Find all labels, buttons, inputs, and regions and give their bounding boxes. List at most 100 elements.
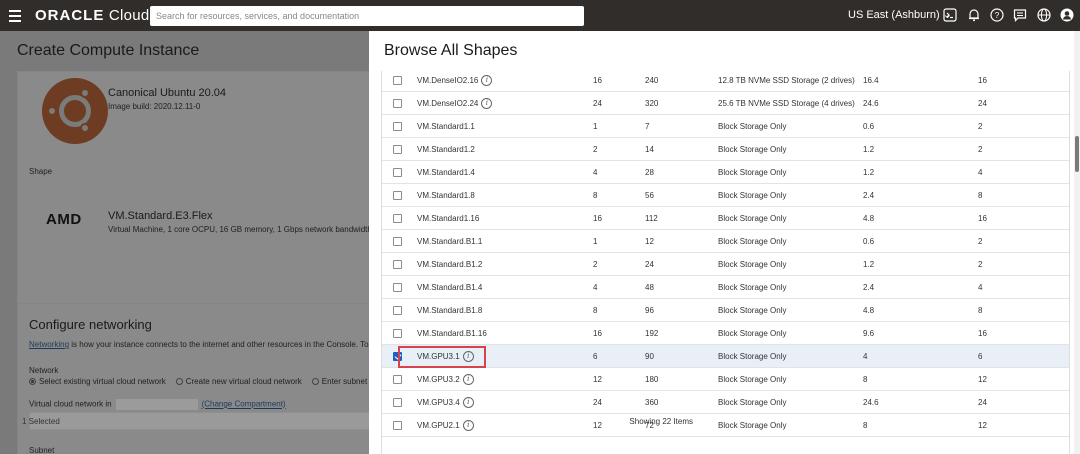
cell-bw: 4	[863, 352, 868, 361]
bell-icon[interactable]	[967, 8, 981, 22]
help-icon[interactable]: ?	[990, 8, 1004, 22]
table-row[interactable]: VM.Standard.B1.4 4 48 Block Storage Only 2.4…	[382, 276, 1069, 299]
cell-vnics: 8	[978, 191, 983, 200]
cell-mem: 180	[645, 375, 659, 384]
cell-ocpu: 6	[593, 352, 598, 361]
redacted-compartment	[115, 399, 198, 410]
search-input[interactable]: Search for resources, services, and docu…	[150, 6, 584, 26]
chat-icon[interactable]	[1013, 8, 1027, 22]
image-name: Canonical Ubuntu 20.04	[108, 87, 227, 99]
table-row[interactable]: VM.Standard1.8 8 56 Block Storage Only 2.4 8	[382, 184, 1069, 207]
cell-storage: 25.6 TB NVMe SSD Storage (4 drives)	[718, 99, 855, 108]
table-row[interactable]: VM.DenseIO2.16 i 16 240 12.8 TB NVMe SSD Sto…	[382, 71, 1069, 92]
cell-vnics: 16	[978, 214, 987, 223]
globe-icon[interactable]	[1037, 8, 1051, 22]
cell-vnics: 2	[978, 237, 983, 246]
cell-name: VM.Standard1.4	[417, 168, 475, 177]
radio-enter-subnet[interactable]: Enter subnet O	[311, 377, 369, 386]
info-icon[interactable]: i	[462, 374, 474, 386]
profile-icon[interactable]	[1060, 8, 1074, 22]
cell-ocpu: 1	[593, 122, 598, 131]
row-checkbox[interactable]	[393, 329, 402, 338]
table-row[interactable]: VM.Standard.B1.1 1 12 Block Storage Only 0.6…	[382, 230, 1069, 253]
cell-storage: Block Storage Only	[718, 329, 787, 338]
info-icon[interactable]: i	[462, 397, 474, 409]
row-checkbox[interactable]	[393, 168, 402, 177]
radio-new-vcn[interactable]: Create new virtual cloud network	[175, 377, 302, 386]
cell-bw: 16.4	[863, 76, 879, 85]
row-checkbox[interactable]	[393, 145, 402, 154]
cell-mem: 56	[645, 191, 654, 200]
cell-bw: 8	[863, 421, 868, 430]
table-row[interactable]: VM.Standard.B1.2 2 24 Block Storage Only 1.2…	[382, 253, 1069, 276]
row-checkbox[interactable]	[393, 283, 402, 292]
ubuntu-logo	[42, 78, 108, 144]
table-row[interactable]: VM.GPU3.1 i 6 90 Block Storage Only 4 6	[382, 345, 1069, 368]
cell-bw: 0.6	[863, 237, 875, 246]
info-icon[interactable]: i	[481, 98, 493, 110]
cloud-shell-icon[interactable]	[943, 8, 957, 22]
image-build: Image build: 2020.12.11-0	[108, 102, 201, 111]
menu-icon[interactable]	[2, 0, 28, 31]
networking-card: Configure networking Networking is how y…	[17, 303, 369, 454]
cell-ocpu: 16	[593, 214, 602, 223]
cell-mem: 12	[645, 237, 654, 246]
oracle-cloud-logo[interactable]: ORACLE Cloud	[35, 7, 150, 24]
cell-ocpu: 1	[593, 237, 598, 246]
networking-title: Configure networking	[29, 317, 152, 332]
network-label: Network	[29, 366, 59, 375]
change-compartment-link[interactable]: (Change Compartment)	[202, 400, 286, 409]
cell-storage: Block Storage Only	[718, 421, 787, 430]
row-checkbox[interactable]	[393, 99, 402, 108]
browse-shapes-panel: Browse All Shapes VM.DenseIO2.16 i 16 240 12…	[369, 31, 1080, 454]
panel-scrollbar[interactable]	[1074, 31, 1080, 454]
table-row[interactable]: VM.Standard1.16 16 112 Block Storage Only 4.…	[382, 207, 1069, 230]
cell-storage: Block Storage Only	[718, 260, 787, 269]
row-checkbox[interactable]	[393, 375, 402, 384]
cell-name: VM.Standard1.2	[417, 145, 475, 154]
cell-vnics: 24	[978, 398, 987, 407]
table-row[interactable]: VM.GPU3.2 i 12 180 Block Storage Only 8 12	[382, 368, 1069, 391]
row-checkbox[interactable]	[393, 306, 402, 315]
cell-bw: 24.6	[863, 398, 879, 407]
row-checkbox[interactable]	[393, 76, 402, 85]
row-checkbox[interactable]	[393, 260, 402, 269]
cell-vnics: 4	[978, 283, 983, 292]
cell-vnics: 4	[978, 168, 983, 177]
cell-storage: Block Storage Only	[718, 375, 787, 384]
cell-storage: Block Storage Only	[718, 398, 787, 407]
cell-vnics: 24	[978, 99, 987, 108]
table-row[interactable]: VM.GPU3.4 i 24 360 Block Storage Only 24.6 24	[382, 391, 1069, 414]
top-navigation-bar: ORACLE Cloud Search for resources, servi…	[0, 0, 1080, 31]
cell-name: VM.Standard1.16	[417, 214, 480, 223]
cell-mem: 96	[645, 306, 654, 315]
row-checkbox[interactable]	[393, 398, 402, 407]
cell-vnics: 2	[978, 122, 983, 131]
info-icon[interactable]: i	[481, 75, 493, 87]
networking-description: Networking is how your instance connects…	[29, 340, 369, 349]
cell-vnics: 2	[978, 260, 983, 269]
cell-mem: 90	[645, 352, 654, 361]
region-selector[interactable]: US East (Ashburn) ⌄	[848, 0, 952, 31]
row-checkbox[interactable]	[393, 191, 402, 200]
radio-existing-vcn[interactable]: Select existing virtual cloud network	[29, 377, 166, 386]
image-shape-card: Canonical Ubuntu 20.04 Image build: 2020…	[17, 71, 369, 308]
cell-storage: Block Storage Only	[718, 145, 787, 154]
cell-mem: 192	[645, 329, 659, 338]
cell-bw: 2.4	[863, 191, 875, 200]
table-row[interactable]: VM.Standard1.4 4 28 Block Storage Only 1.2 4	[382, 161, 1069, 184]
networking-link[interactable]: Networking	[29, 340, 69, 349]
row-checkbox[interactable]	[393, 122, 402, 131]
table-row[interactable]: VM.Standard1.2 2 14 Block Storage Only 1.2 2	[382, 138, 1069, 161]
table-row[interactable]: VM.Standard.B1.16 16 192 Block Storage Only…	[382, 322, 1069, 345]
row-checkbox[interactable]	[393, 237, 402, 246]
row-checkbox[interactable]	[393, 214, 402, 223]
table-row[interactable]: VM.Standard.B1.8 8 96 Block Storage Only 4.8…	[382, 299, 1069, 322]
cell-name: VM.Standard.B1.16	[417, 329, 487, 338]
table-row[interactable]: VM.Standard1.1 1 7 Block Storage Only 0.6 2	[382, 115, 1069, 138]
cell-storage: Block Storage Only	[718, 352, 787, 361]
cell-name: VM.Standard.B1.8	[417, 306, 483, 315]
table-row[interactable]: VM.DenseIO2.24 i 24 320 25.6 TB NVMe SSD Sto…	[382, 92, 1069, 115]
scrollbar-thumb[interactable]	[1075, 136, 1079, 172]
cell-mem: 112	[645, 214, 658, 223]
